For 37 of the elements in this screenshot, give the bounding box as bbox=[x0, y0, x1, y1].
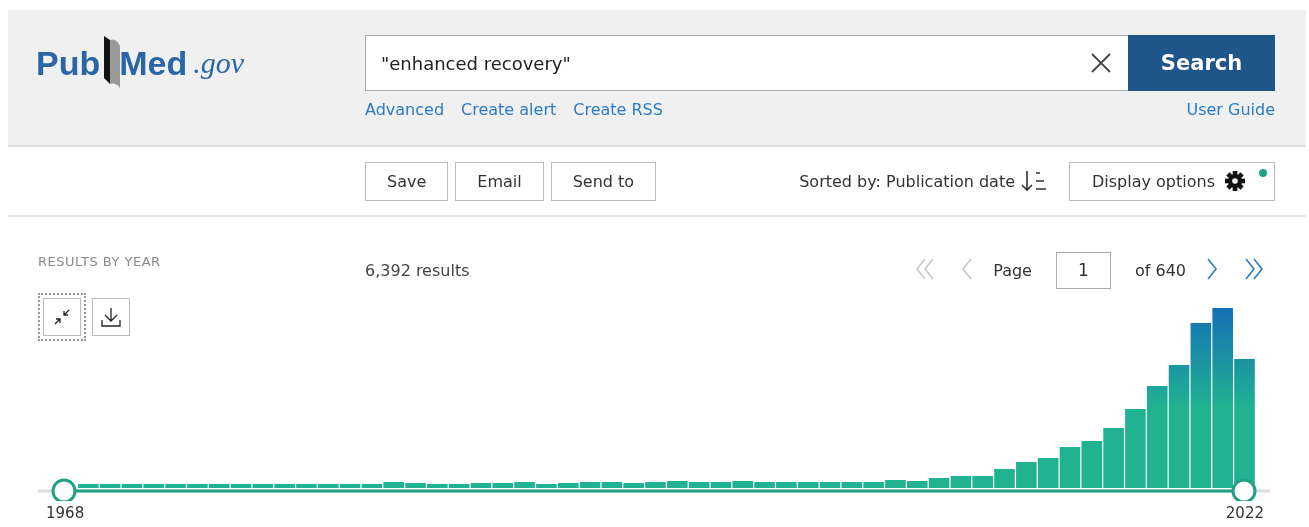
user-guide-link[interactable]: User Guide bbox=[1186, 100, 1275, 119]
gear-icon bbox=[1224, 170, 1246, 192]
year-label: 1968 bbox=[46, 504, 85, 522]
double-chevron-right-icon bbox=[1244, 256, 1264, 281]
action-button[interactable]: Email bbox=[455, 161, 544, 201]
results-count: 6,392 results bbox=[365, 260, 470, 280]
histogram-bar bbox=[928, 478, 950, 488]
download-icon bbox=[100, 306, 122, 328]
sort-button[interactable]: Sorted by: Publication date bbox=[799, 170, 1047, 192]
clear-button[interactable] bbox=[1074, 35, 1128, 91]
close-icon bbox=[1090, 52, 1112, 74]
slider-handle[interactable] bbox=[51, 478, 77, 501]
histogram-bar bbox=[1103, 428, 1124, 488]
double-chevron-left-icon bbox=[915, 256, 936, 281]
collapse-icon bbox=[52, 307, 72, 327]
site-logo[interactable]: Pub Med .gov bbox=[36, 34, 245, 92]
slider-handle[interactable] bbox=[1231, 478, 1257, 501]
search-link[interactable]: Create alert bbox=[461, 100, 557, 119]
display-options-button[interactable]: Display options bbox=[1069, 161, 1275, 201]
section-heading: RESULTS BY YEAR bbox=[38, 254, 162, 269]
search-button[interactable]: Search bbox=[1128, 35, 1275, 91]
sort-icon bbox=[1021, 170, 1047, 192]
download-button[interactable] bbox=[92, 298, 130, 336]
histogram-bar bbox=[1059, 447, 1081, 488]
page-total: of 640 bbox=[1134, 260, 1186, 280]
histogram-bar bbox=[1037, 458, 1059, 488]
page-label: Page bbox=[993, 260, 1032, 280]
search-link[interactable]: Advanced bbox=[365, 100, 445, 119]
histogram-bar bbox=[1081, 441, 1103, 488]
histogram-bar bbox=[1016, 462, 1037, 488]
action-button[interactable]: Send to bbox=[550, 161, 657, 201]
page-input[interactable]: 1 bbox=[1055, 251, 1111, 289]
search-field[interactable]: "enhanced recovery" bbox=[365, 35, 1074, 91]
search-link[interactable]: Create RSS bbox=[573, 100, 663, 119]
action-button[interactable]: Save bbox=[365, 161, 449, 201]
histogram-bar bbox=[950, 476, 972, 488]
year-label: 2022 bbox=[1225, 504, 1264, 522]
